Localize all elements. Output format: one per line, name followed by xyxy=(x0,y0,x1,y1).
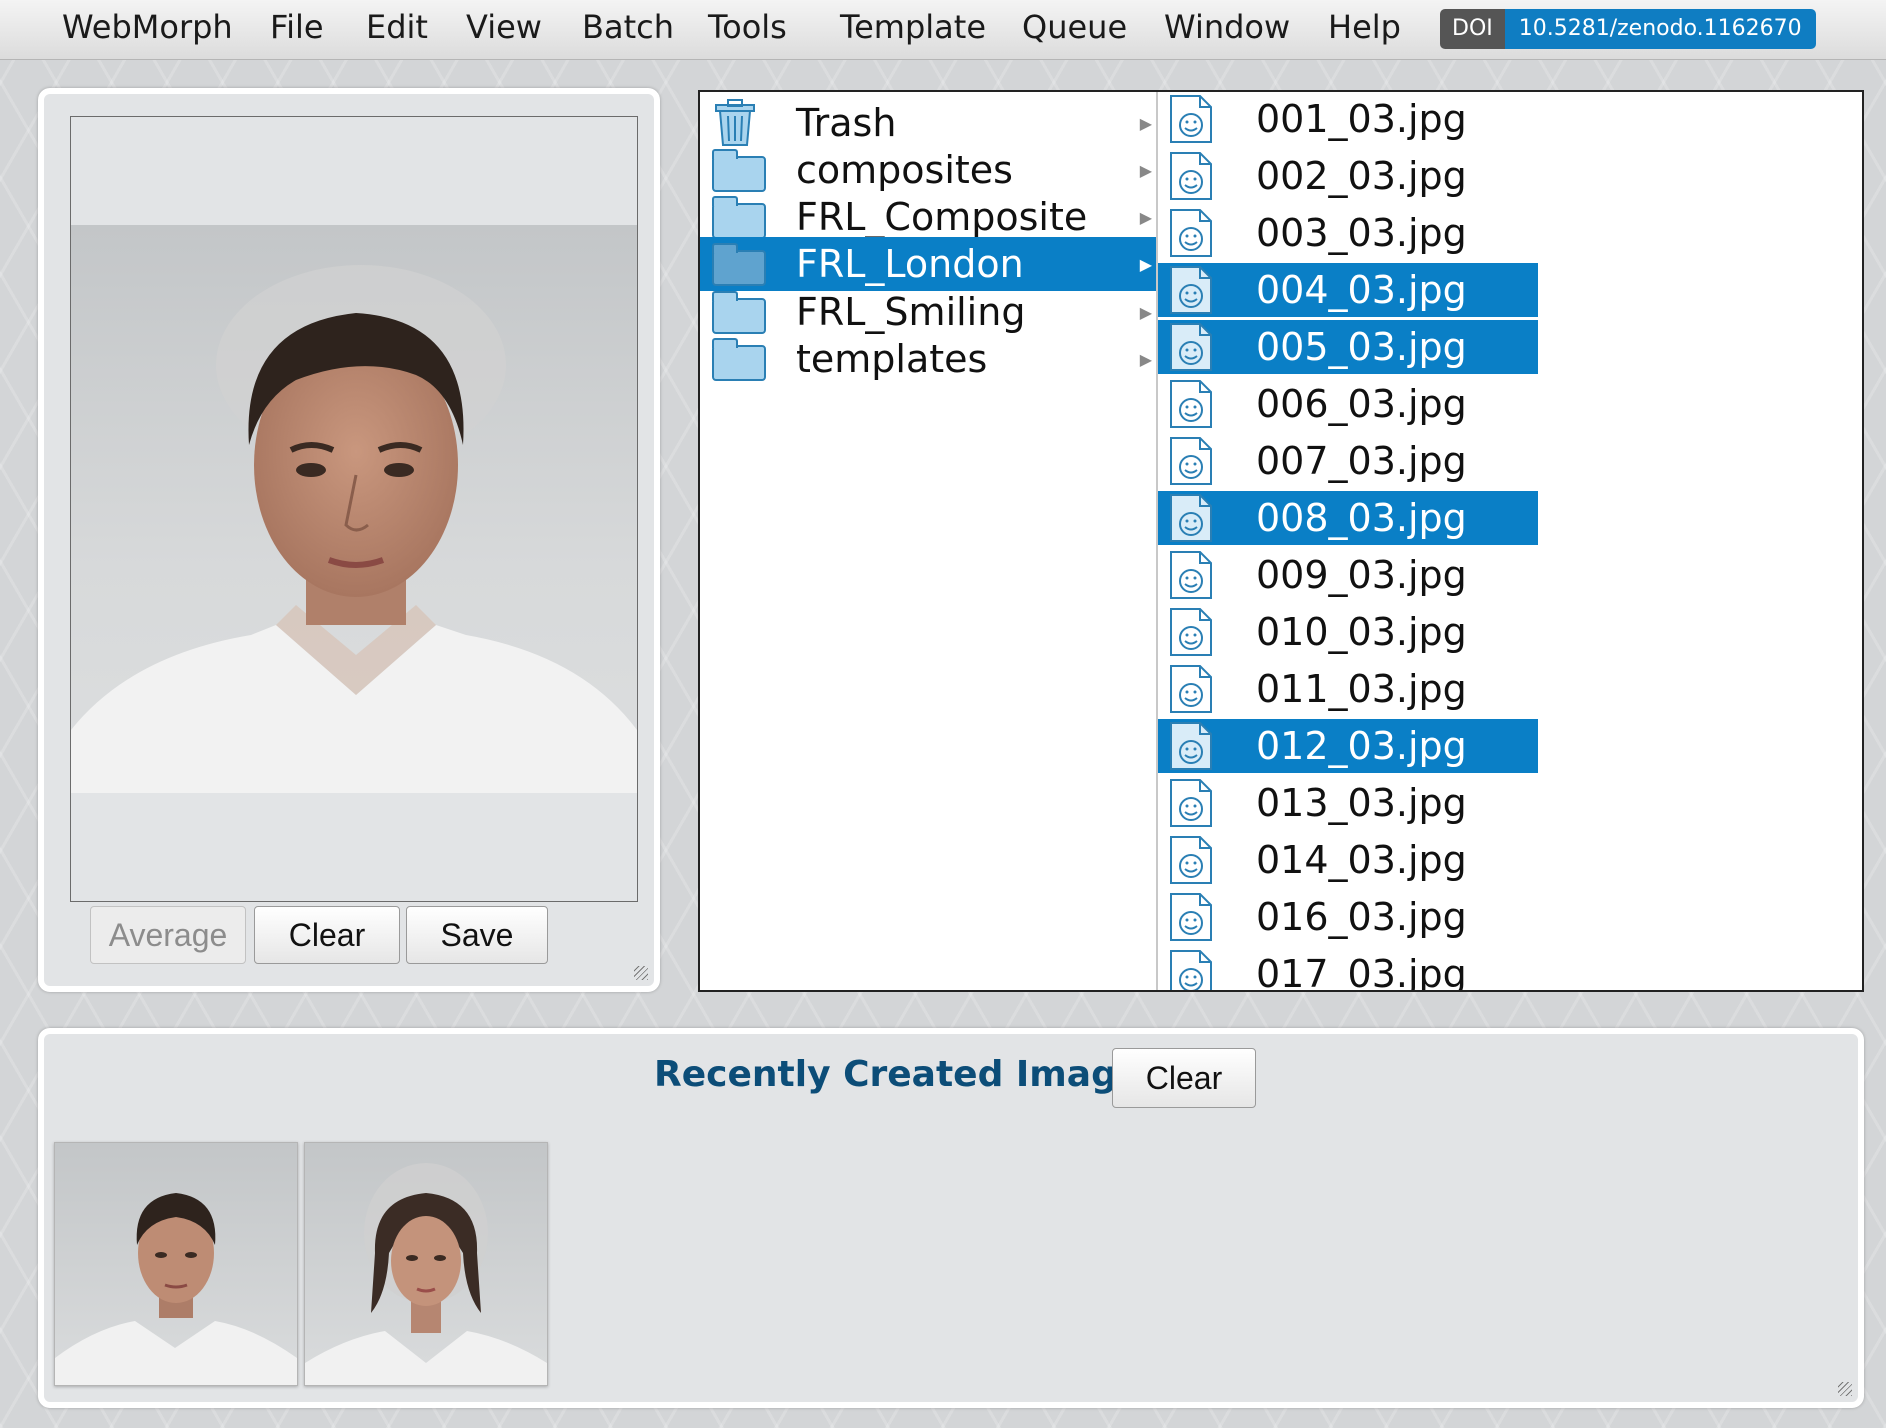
file-label: 009_03.jpg xyxy=(1256,553,1467,597)
file-label: 011_03.jpg xyxy=(1256,667,1467,711)
average-preview-frame xyxy=(70,116,638,902)
clear-recent-button[interactable]: Clear xyxy=(1112,1048,1256,1108)
menu-template[interactable]: Template xyxy=(840,8,986,46)
file-label: 013_03.jpg xyxy=(1256,781,1467,825)
file-row[interactable]: 010_03.jpg xyxy=(1158,605,1538,659)
expand-arrow-icon: ▶ xyxy=(1139,349,1152,369)
file-row[interactable]: 003_03.jpg xyxy=(1158,206,1538,260)
file-label: 014_03.jpg xyxy=(1256,838,1467,882)
menu-queue[interactable]: Queue xyxy=(1022,8,1127,46)
file-row[interactable]: 014_03.jpg xyxy=(1158,833,1538,887)
file-label: 010_03.jpg xyxy=(1256,610,1467,654)
file-row[interactable]: 013_03.jpg xyxy=(1158,776,1538,830)
file-row[interactable]: 006_03.jpg xyxy=(1158,377,1538,431)
file-label: 007_03.jpg xyxy=(1256,439,1467,483)
directory-label: FRL_London xyxy=(796,242,1024,286)
directory-row[interactable]: templates ▶ xyxy=(700,332,1156,386)
directory-row[interactable]: FRL_Composite ▶ xyxy=(700,190,1156,244)
folder-icon xyxy=(712,338,766,381)
directory-row[interactable]: FRL_Smiling ▶ xyxy=(700,285,1156,339)
menu-file[interactable]: File xyxy=(270,8,324,46)
menu-help[interactable]: Help xyxy=(1328,8,1401,46)
file-label: 001_03.jpg xyxy=(1256,97,1467,141)
doi-badge[interactable]: DOI 10.5281/zenodo.1162670 xyxy=(1440,9,1816,49)
save-button[interactable]: Save xyxy=(406,906,548,964)
doi-value: 10.5281/zenodo.1162670 xyxy=(1504,9,1816,49)
folder-icon xyxy=(712,291,766,334)
file-row[interactable]: 012_03.jpg xyxy=(1158,719,1538,773)
file-label: 004_03.jpg xyxy=(1256,268,1467,312)
file-label: 012_03.jpg xyxy=(1256,724,1467,768)
average-panel: Average Clear Save xyxy=(38,88,660,992)
file-row[interactable]: 017_03.jpg xyxy=(1158,947,1538,992)
menu-tools[interactable]: Tools xyxy=(708,8,787,46)
file-row[interactable]: 002_03.jpg xyxy=(1158,149,1538,203)
menu-edit[interactable]: Edit xyxy=(366,8,428,46)
file-row[interactable]: 016_03.jpg xyxy=(1158,890,1538,944)
file-row[interactable]: 011_03.jpg xyxy=(1158,662,1538,716)
file-label: 002_03.jpg xyxy=(1256,154,1467,198)
file-label: 006_03.jpg xyxy=(1256,382,1467,426)
file-row[interactable]: 005_03.jpg xyxy=(1158,320,1538,374)
expand-arrow-icon: ▶ xyxy=(1139,302,1152,322)
file-row[interactable]: 004_03.jpg xyxy=(1158,263,1538,317)
recent-images-title: Recently Created Images xyxy=(654,1054,1163,1095)
file-row[interactable]: 008_03.jpg xyxy=(1158,491,1538,545)
file-label: 016_03.jpg xyxy=(1256,895,1467,939)
resize-grip-icon[interactable] xyxy=(1838,1382,1852,1396)
directory-row[interactable]: Trash ▶ xyxy=(700,96,1156,150)
file-row[interactable]: 001_03.jpg xyxy=(1158,92,1538,146)
directory-row[interactable]: composites ▶ xyxy=(700,143,1156,197)
resize-grip-icon[interactable] xyxy=(634,966,648,980)
menu-view[interactable]: View xyxy=(466,8,542,46)
clear-average-button[interactable]: Clear xyxy=(254,906,400,964)
file-finder: Trash ▶ composites ▶ FRL_Composite ▶ FRL_Londo… xyxy=(698,90,1864,992)
file-row[interactable]: 009_03.jpg xyxy=(1158,548,1538,602)
doi-label: DOI xyxy=(1440,9,1505,49)
menu-batch[interactable]: Batch xyxy=(582,8,674,46)
recent-images-panel: Recently Created Images Clear xyxy=(38,1028,1864,1408)
file-label: 005_03.jpg xyxy=(1256,325,1467,369)
file-label: 017_03.jpg xyxy=(1256,952,1467,992)
expand-arrow-icon: ▶ xyxy=(1139,254,1152,274)
menu-window[interactable]: Window xyxy=(1164,8,1290,46)
average-button[interactable]: Average xyxy=(90,906,246,964)
average-face-image xyxy=(71,225,637,793)
folder-icon xyxy=(712,196,766,239)
file-label: 003_03.jpg xyxy=(1256,211,1467,255)
expand-arrow-icon: ▶ xyxy=(1139,207,1152,227)
folder-icon xyxy=(712,243,766,286)
file-row[interactable]: 007_03.jpg xyxy=(1158,434,1538,488)
recent-thumbnail-female[interactable] xyxy=(304,1142,548,1386)
menu-app-name[interactable]: WebMorph xyxy=(62,8,233,46)
folder-icon xyxy=(712,149,766,192)
menubar: WebMorph File Edit View Batch Tools Temp… xyxy=(0,0,1886,60)
expand-arrow-icon: ▶ xyxy=(1139,160,1152,180)
directory-row[interactable]: FRL_London ▶ xyxy=(700,237,1156,291)
directory-label: FRL_Composite xyxy=(796,195,1088,239)
recent-thumbnail-male[interactable] xyxy=(54,1142,298,1386)
directory-label: templates xyxy=(796,337,988,381)
file-label: 008_03.jpg xyxy=(1256,496,1467,540)
directory-label: composites xyxy=(796,148,1013,192)
expand-arrow-icon: ▶ xyxy=(1139,113,1152,133)
directory-label: FRL_Smiling xyxy=(796,290,1026,334)
directory-label: Trash xyxy=(796,101,897,145)
